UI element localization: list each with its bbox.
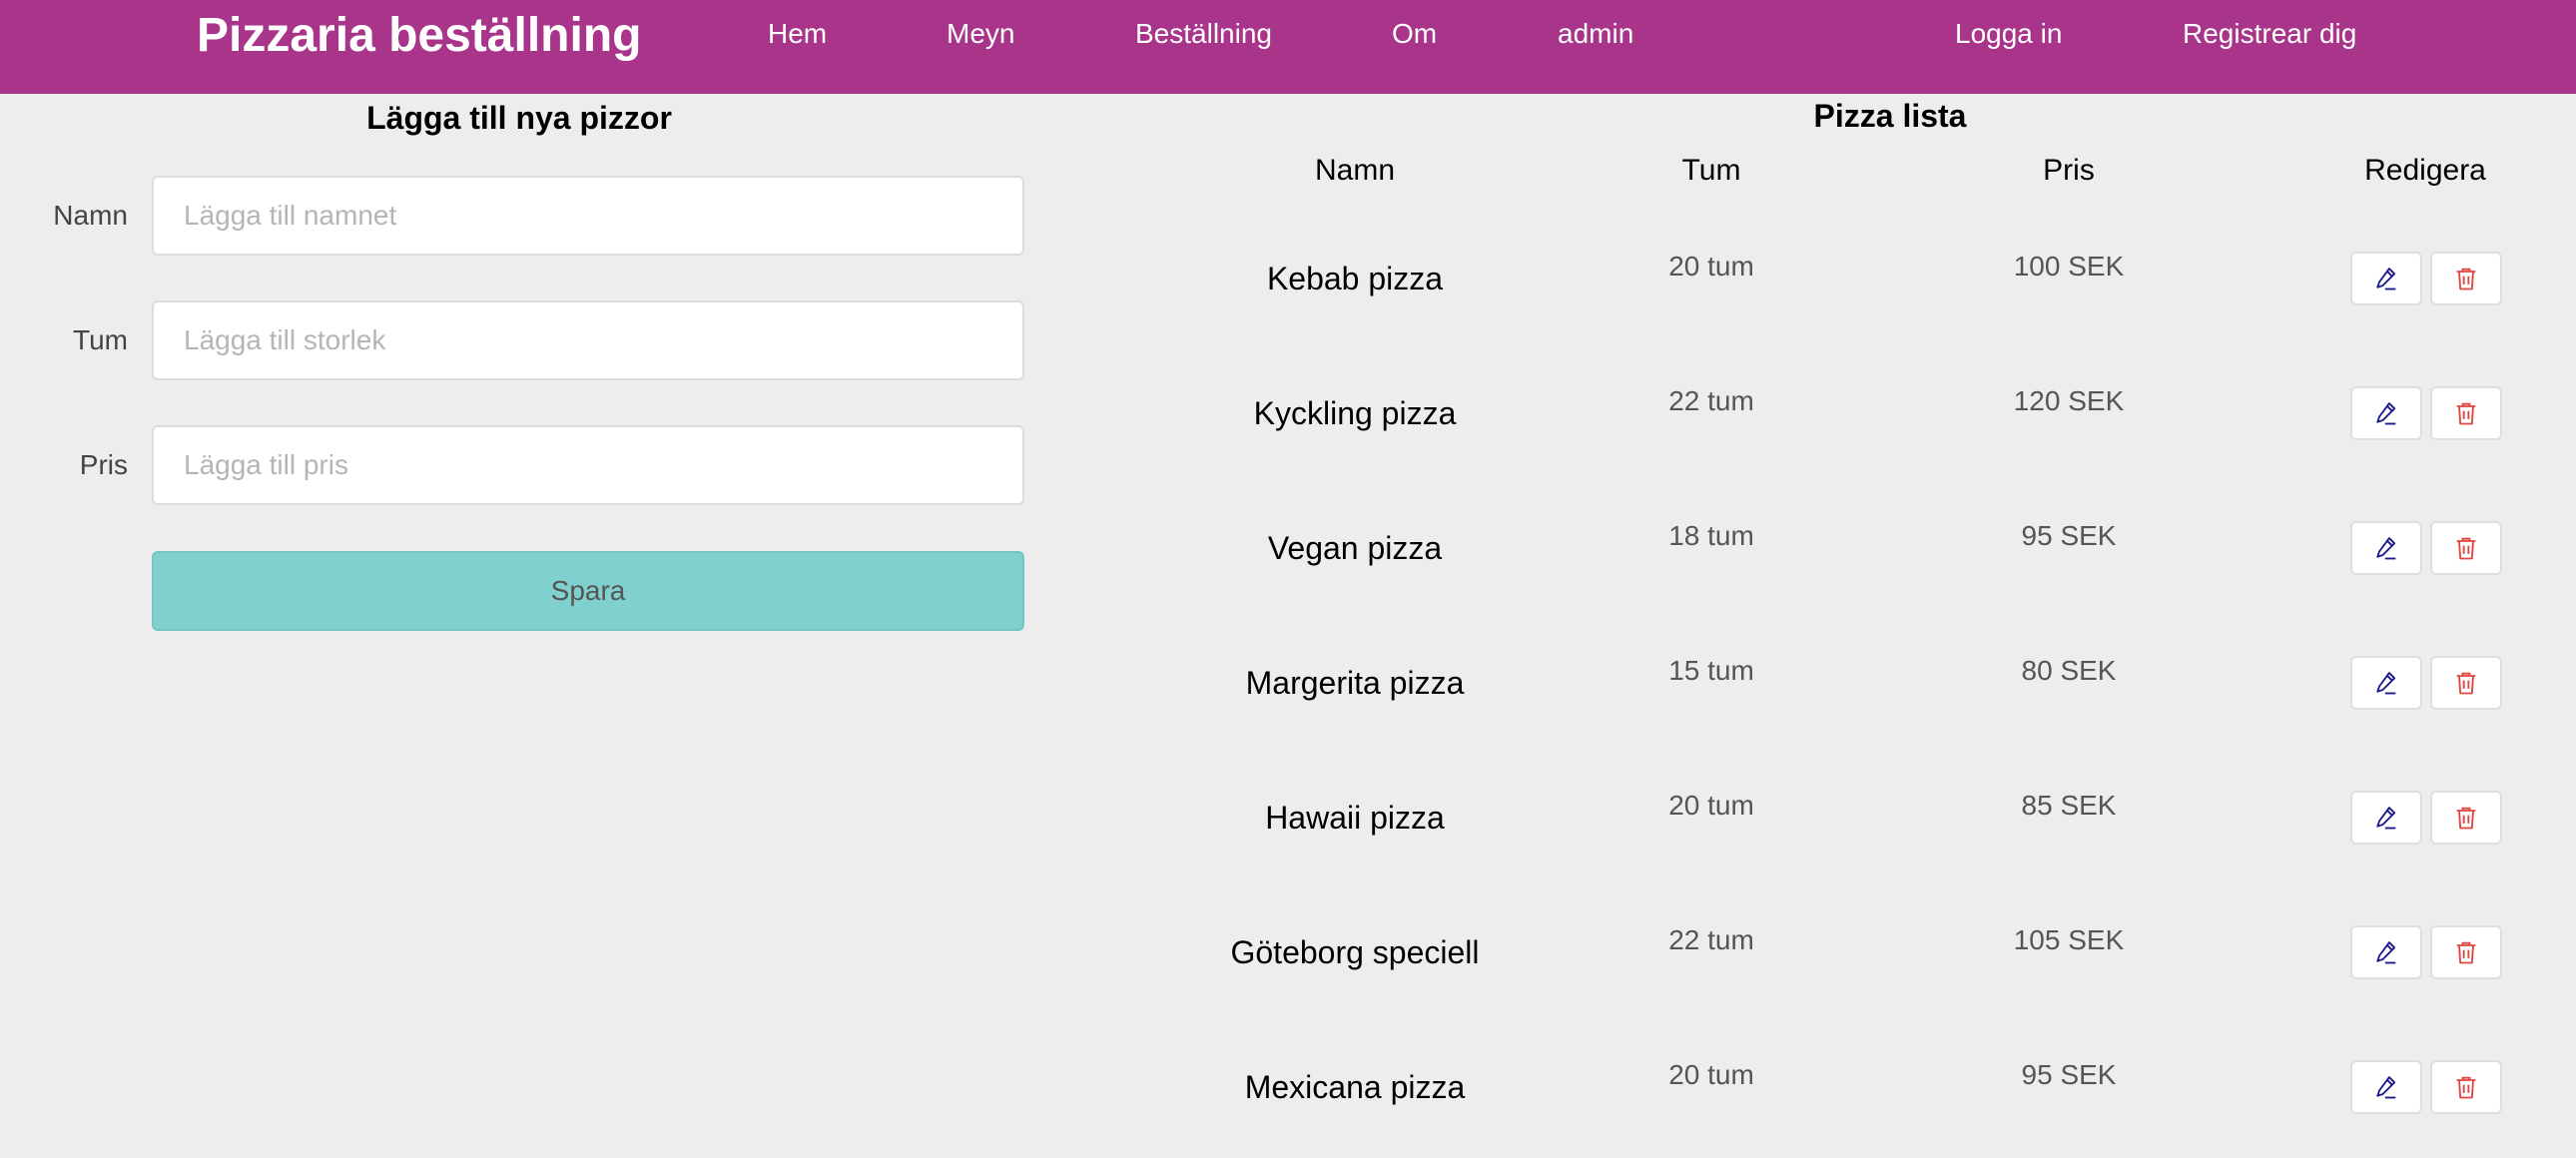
brand-title[interactable]: Pizzaria beställning	[197, 4, 641, 68]
nav-link-bestallning[interactable]: Beställning	[1135, 12, 1272, 56]
pizza-size: 20 tum	[1668, 251, 1754, 282]
add-pizza-form: Lägga till nya pizzor Namn Tum Pris Spar…	[0, 94, 1058, 1158]
pizza-name: Margerita pizza	[1245, 665, 1465, 701]
edit-button[interactable]	[2350, 521, 2422, 575]
pizza-size: 20 tum	[1668, 790, 1754, 821]
top-navbar: Pizzaria beställning Hem Meyn Beställnin…	[0, 0, 2576, 94]
form-title: Lägga till nya pizzor	[366, 100, 672, 136]
size-input[interactable]	[152, 300, 1024, 380]
column-header-redigera: Redigera	[2364, 154, 2486, 187]
list-title: Pizza lista	[1813, 98, 1967, 134]
pizza-price: 95 SEK	[2021, 520, 2117, 551]
trash-icon	[2456, 402, 2476, 425]
name-input[interactable]	[152, 176, 1024, 256]
pizza-price: 105 SEK	[2013, 924, 2125, 955]
nav-link-hem[interactable]: Hem	[768, 12, 827, 56]
pizza-size: 15 tum	[1668, 655, 1754, 686]
pizza-size: 22 tum	[1668, 924, 1754, 955]
delete-button[interactable]	[2430, 386, 2502, 440]
pizza-price: 95 SEK	[2021, 1059, 2117, 1090]
pizza-name: Vegan pizza	[1267, 530, 1443, 566]
delete-button[interactable]	[2430, 252, 2502, 305]
pizza-name: Hawaii pizza	[1265, 800, 1445, 836]
column-header-pris: Pris	[2043, 154, 2095, 187]
pencil-icon	[2376, 402, 2396, 425]
pencil-icon	[2376, 941, 2396, 964]
edit-button[interactable]	[2350, 791, 2422, 845]
size-label: Tum	[73, 324, 128, 355]
pencil-icon	[2376, 1076, 2396, 1099]
pizza-name: Kyckling pizza	[1253, 395, 1457, 431]
column-header-namn: Namn	[1314, 154, 1396, 187]
column-header-tum: Tum	[1681, 154, 1741, 187]
save-button[interactable]: Spara	[152, 551, 1024, 631]
pizza-price: 80 SEK	[2021, 655, 2117, 686]
name-label: Namn	[53, 200, 128, 231]
pizza-price: 120 SEK	[2013, 385, 2125, 416]
pencil-icon	[2376, 807, 2396, 830]
pizza-price: 100 SEK	[2013, 251, 2125, 282]
nav-link-login[interactable]: Logga in	[1955, 12, 2062, 56]
pizza-name: Mexicana pizza	[1244, 1069, 1466, 1105]
nav-link-admin[interactable]: admin	[1558, 12, 1633, 56]
pencil-icon	[2376, 672, 2396, 695]
delete-button[interactable]	[2430, 1060, 2502, 1114]
edit-button[interactable]	[2350, 656, 2422, 710]
nav-link-om[interactable]: Om	[1392, 12, 1437, 56]
edit-button[interactable]	[2350, 1060, 2422, 1114]
delete-button[interactable]	[2430, 791, 2502, 845]
delete-button[interactable]	[2430, 925, 2502, 979]
trash-icon	[2456, 672, 2476, 695]
edit-button[interactable]	[2350, 386, 2422, 440]
trash-icon	[2456, 537, 2476, 560]
trash-icon	[2456, 268, 2476, 290]
pizza-size: 22 tum	[1668, 385, 1754, 416]
pizza-name: Göteborg speciell	[1230, 934, 1480, 970]
pizza-price: 85 SEK	[2021, 790, 2117, 821]
delete-button[interactable]	[2430, 656, 2502, 710]
pencil-icon	[2376, 268, 2396, 290]
pizza-size: 20 tum	[1668, 1059, 1754, 1090]
edit-button[interactable]	[2350, 252, 2422, 305]
price-input[interactable]	[152, 425, 1024, 505]
delete-button[interactable]	[2430, 521, 2502, 575]
trash-icon	[2456, 941, 2476, 964]
nav-link-meyn[interactable]: Meyn	[947, 12, 1014, 56]
pizza-size: 18 tum	[1668, 520, 1754, 551]
trash-icon	[2456, 807, 2476, 830]
nav-link-register[interactable]: Registrear dig	[2183, 12, 2356, 56]
edit-button[interactable]	[2350, 925, 2422, 979]
price-label: Pris	[79, 449, 128, 480]
trash-icon	[2456, 1076, 2476, 1099]
pizza-name: Kebab pizza	[1266, 261, 1444, 296]
pencil-icon	[2376, 537, 2396, 560]
